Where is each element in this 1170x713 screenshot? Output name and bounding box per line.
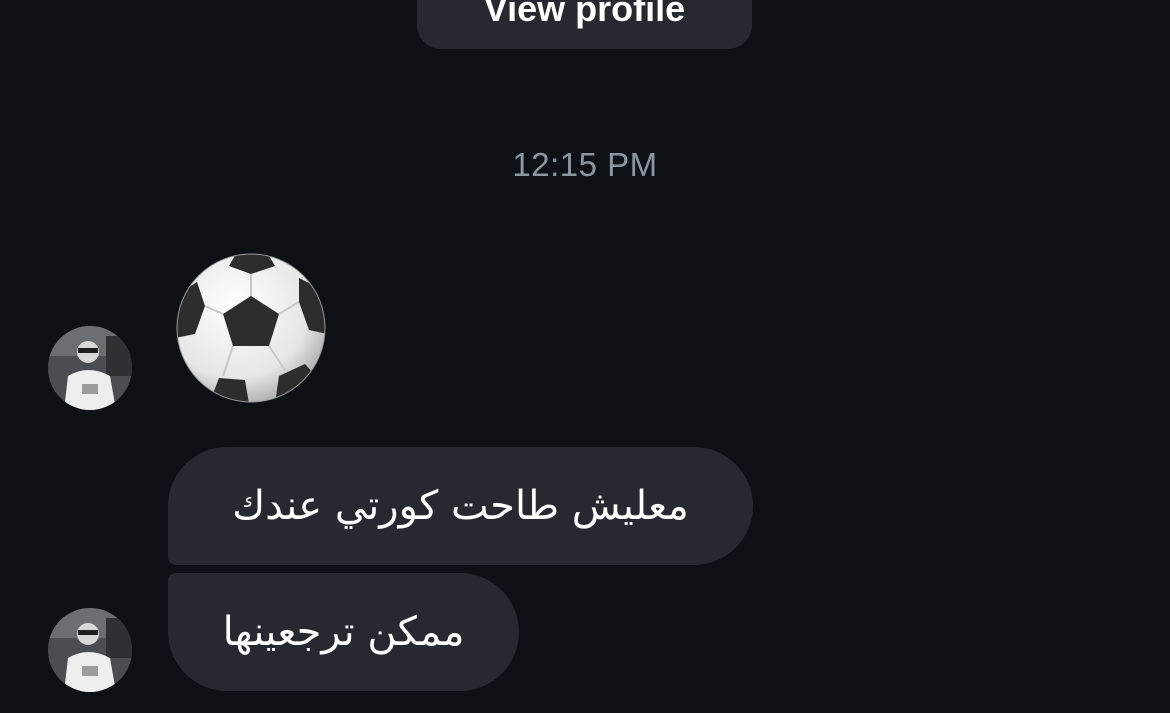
sender-avatar[interactable] xyxy=(48,326,132,410)
soccer-ball-icon[interactable] xyxy=(175,252,327,404)
sender-avatar[interactable] xyxy=(48,608,132,692)
message-bubble[interactable]: ممكن ترجعينها xyxy=(168,573,519,691)
message-bubble[interactable]: معليش طاحت كورتي عندك xyxy=(168,447,753,565)
message-timestamp: 12:15 PM xyxy=(512,146,658,183)
view-profile-button[interactable]: View profile xyxy=(417,0,752,49)
chat-screen: View profile 12:15 PM معليش طاحت كورتي ع… xyxy=(0,0,1170,713)
